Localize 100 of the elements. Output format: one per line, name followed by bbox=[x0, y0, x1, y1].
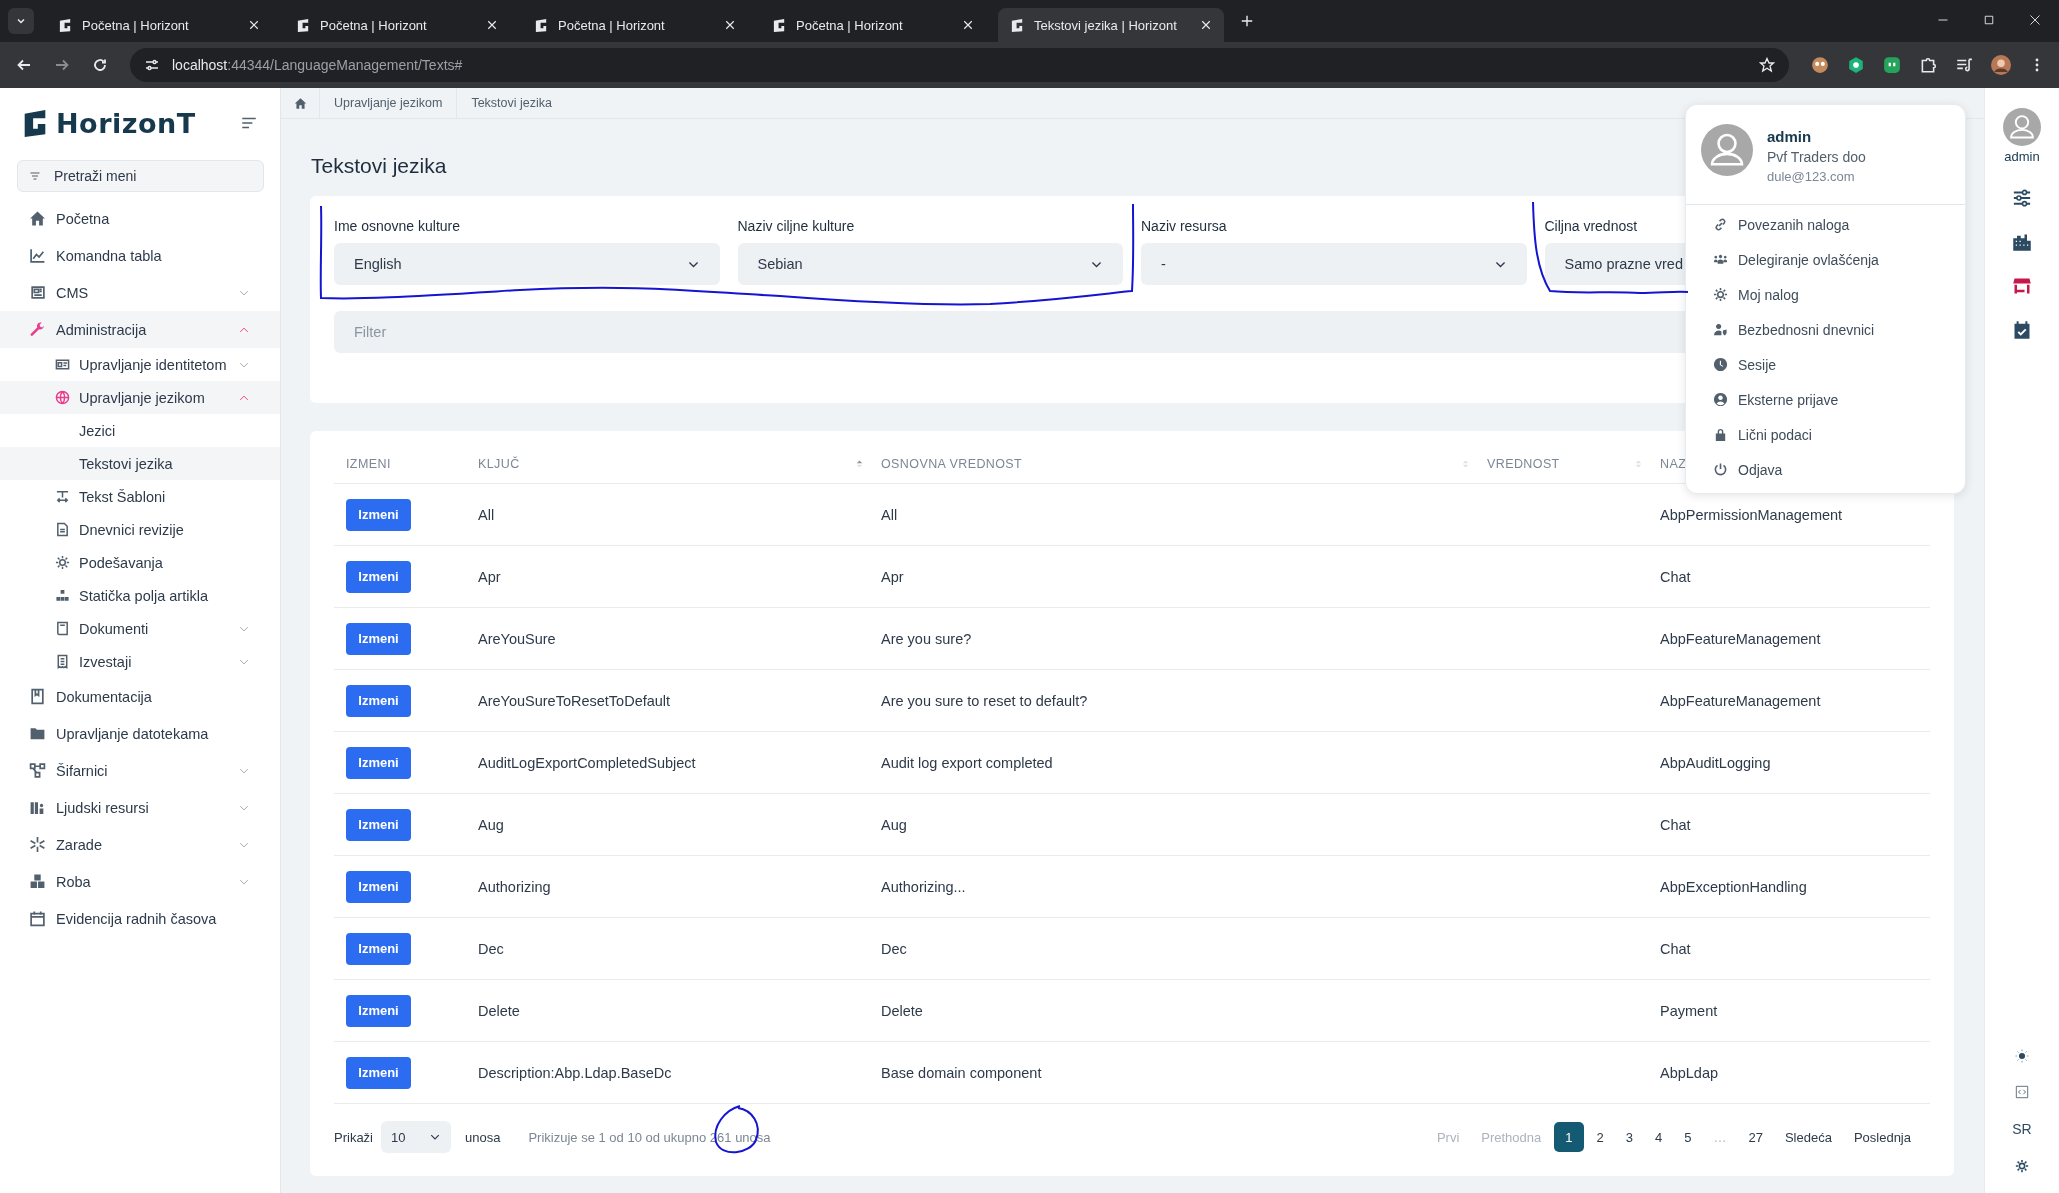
menu-item[interactable]: Delegiranje ovlašćenja bbox=[1686, 242, 1965, 277]
table-cell: Are you sure? bbox=[881, 630, 972, 647]
table-cell: Dec bbox=[478, 940, 504, 957]
table-cell: Aug bbox=[881, 816, 907, 833]
table-cell: Base domain component bbox=[881, 1064, 1042, 1081]
table-cell: Apr bbox=[881, 568, 904, 585]
filter-label: Ciljna vrednost bbox=[1544, 218, 1638, 234]
sidebar-item[interactable]: Početna bbox=[0, 200, 280, 237]
table-cell: AbpAuditLogging bbox=[1660, 754, 1771, 771]
sidebar-item[interactable]: Podešavanja bbox=[0, 546, 280, 579]
menu-item[interactable]: Eksterne prijave bbox=[1686, 382, 1965, 417]
page-link[interactable]: 4 bbox=[1645, 1122, 1672, 1152]
edit-button[interactable]: Izmeni bbox=[346, 684, 411, 717]
table-cell: Apr bbox=[478, 568, 501, 585]
menu-search-field[interactable]: Pretraži meni bbox=[17, 160, 264, 192]
sidebar-item[interactable]: Roba bbox=[0, 863, 280, 900]
sidebar-item[interactable]: Šifarnici bbox=[0, 752, 280, 789]
table-cell: Delete bbox=[478, 1002, 520, 1019]
page-link[interactable]: 5 bbox=[1675, 1122, 1701, 1152]
sidebar-item[interactable]: Dokumentacija bbox=[0, 678, 280, 715]
sidebar-item[interactable]: Jezici bbox=[0, 414, 280, 447]
menu-item[interactable]: Odjava bbox=[1686, 452, 1965, 487]
table-cell: All bbox=[478, 506, 495, 523]
table-cell: Are you sure to reset to default? bbox=[881, 692, 1088, 709]
sidebar-item[interactable]: Komandna tabla bbox=[0, 237, 280, 274]
filter-select[interactable]: English bbox=[334, 243, 720, 285]
user-name: admin bbox=[1767, 128, 1813, 145]
filter-label: Naziv resursa bbox=[1141, 218, 1227, 234]
filter-select[interactable]: - bbox=[1141, 243, 1527, 285]
edit-button[interactable]: Izmeni bbox=[346, 498, 411, 531]
filter-label: Ime osnovne kulture bbox=[334, 218, 461, 234]
sidebar-item[interactable]: Dnevnici revizije bbox=[0, 513, 280, 546]
sidebar-item[interactable]: Tekst Šabloni bbox=[0, 480, 280, 513]
browser-tab[interactable]: Početna | Horizont bbox=[760, 8, 986, 42]
app-logo: HorizonT bbox=[56, 107, 196, 139]
sidebar-item[interactable]: Dokumenti bbox=[0, 612, 280, 645]
page-link[interactable]: Sledeća bbox=[1775, 1122, 1841, 1152]
page-size-select[interactable]: 10 bbox=[381, 1121, 451, 1153]
table-cell: Payment bbox=[1660, 1002, 1718, 1019]
menu-item[interactable]: Moj nalog bbox=[1686, 277, 1965, 312]
page-link[interactable]: 3 bbox=[1616, 1122, 1642, 1152]
sidebar-item[interactable]: Zarade bbox=[0, 826, 280, 863]
edit-button[interactable]: Izmeni bbox=[346, 560, 411, 593]
edit-button[interactable]: Izmeni bbox=[346, 1056, 411, 1089]
breadcrumb-link[interactable]: Tekstovi jezika bbox=[456, 88, 566, 118]
page-title: Tekstovi jezika bbox=[311, 155, 447, 176]
table-cell: Authorizing... bbox=[881, 878, 966, 895]
address-bar[interactable]: localhost:44344/LanguageManagement/Texts# bbox=[130, 48, 1789, 82]
sidebar-item[interactable]: Administracija bbox=[0, 311, 280, 348]
language-code[interactable]: SR bbox=[2012, 1121, 2032, 1137]
sidebar-item[interactable]: Izvestaji bbox=[0, 645, 280, 678]
entries-label: unosa bbox=[465, 1129, 501, 1145]
sidebar-item[interactable]: Evidencija radnih časova bbox=[0, 900, 280, 937]
page-link[interactable]: 1 bbox=[1554, 1122, 1584, 1152]
edit-button[interactable]: Izmeni bbox=[346, 746, 411, 779]
show-label: Prikaži bbox=[334, 1129, 373, 1145]
column-header: IZMENI bbox=[346, 457, 391, 471]
page-link[interactable]: Poslednja bbox=[1844, 1122, 1920, 1152]
table-cell: AbpExceptionHandling bbox=[1660, 878, 1807, 895]
table-cell: Description:Abp.Ldap.BaseDc bbox=[478, 1064, 672, 1081]
menu-item[interactable]: Povezanih naloga bbox=[1686, 207, 1965, 242]
table-cell: Audit log export completed bbox=[881, 754, 1053, 771]
edit-button[interactable]: Izmeni bbox=[346, 870, 411, 903]
table-cell: AbpLdap bbox=[1660, 1064, 1719, 1081]
filter-select[interactable]: Sebian bbox=[737, 243, 1123, 285]
table-cell: AuditLogExportCompletedSubject bbox=[478, 754, 696, 771]
menu-item[interactable]: Lični podaci bbox=[1686, 417, 1965, 452]
browser-tab[interactable]: Tekstovi jezika | Horizont bbox=[998, 8, 1224, 42]
sidebar-item[interactable]: Upravljanje jezikom bbox=[0, 381, 280, 414]
table-cell: Delete bbox=[881, 1002, 923, 1019]
sidebar-item[interactable]: CMS bbox=[0, 274, 280, 311]
table-cell: AbpPermissionManagement bbox=[1660, 506, 1843, 523]
table-cell: Chat bbox=[1660, 568, 1691, 585]
table-cell: Chat bbox=[1660, 940, 1691, 957]
filter-label: Naziv ciljne kulture bbox=[737, 218, 855, 234]
table-cell: Chat bbox=[1660, 816, 1691, 833]
sidebar-item[interactable]: Ljudski resursi bbox=[0, 789, 280, 826]
sidebar-item[interactable]: Tekstovi jezika bbox=[0, 447, 280, 480]
table-cell: Authorizing bbox=[478, 878, 551, 895]
browser-tab[interactable]: Početna | Horizont bbox=[522, 8, 748, 42]
breadcrumb-link[interactable]: Upravljanje jezikom bbox=[319, 88, 457, 118]
user-name[interactable]: admin bbox=[2004, 149, 2040, 164]
edit-button[interactable]: Izmeni bbox=[346, 994, 411, 1027]
sidebar-item[interactable]: Statička polja artikla bbox=[0, 579, 280, 612]
sidebar-item[interactable]: Upravljanje datotekama bbox=[0, 715, 280, 752]
column-header: NAZ bbox=[1660, 457, 1687, 471]
browser-tab[interactable]: Početna | Horizont bbox=[284, 8, 510, 42]
edit-button[interactable]: Izmeni bbox=[346, 932, 411, 965]
page-link[interactable]: 2 bbox=[1587, 1122, 1613, 1152]
table-cell: AreYouSure bbox=[478, 630, 556, 647]
table-cell: AbpFeatureManagement bbox=[1660, 630, 1821, 647]
browser-tab[interactable]: Početna | Horizont bbox=[46, 8, 272, 42]
company-name: Pvf Traders doo bbox=[1767, 149, 1866, 165]
table-cell: Dec bbox=[881, 940, 907, 957]
sidebar-item[interactable]: Upravljanje identitetom bbox=[0, 348, 280, 381]
table-cell: AreYouSureToResetToDefault bbox=[478, 692, 671, 709]
page-link[interactable]: 27 bbox=[1739, 1122, 1772, 1152]
edit-button[interactable]: Izmeni bbox=[346, 622, 411, 655]
edit-button[interactable]: Izmeni bbox=[346, 808, 411, 841]
column-header: VREDNOST bbox=[1487, 457, 1560, 471]
